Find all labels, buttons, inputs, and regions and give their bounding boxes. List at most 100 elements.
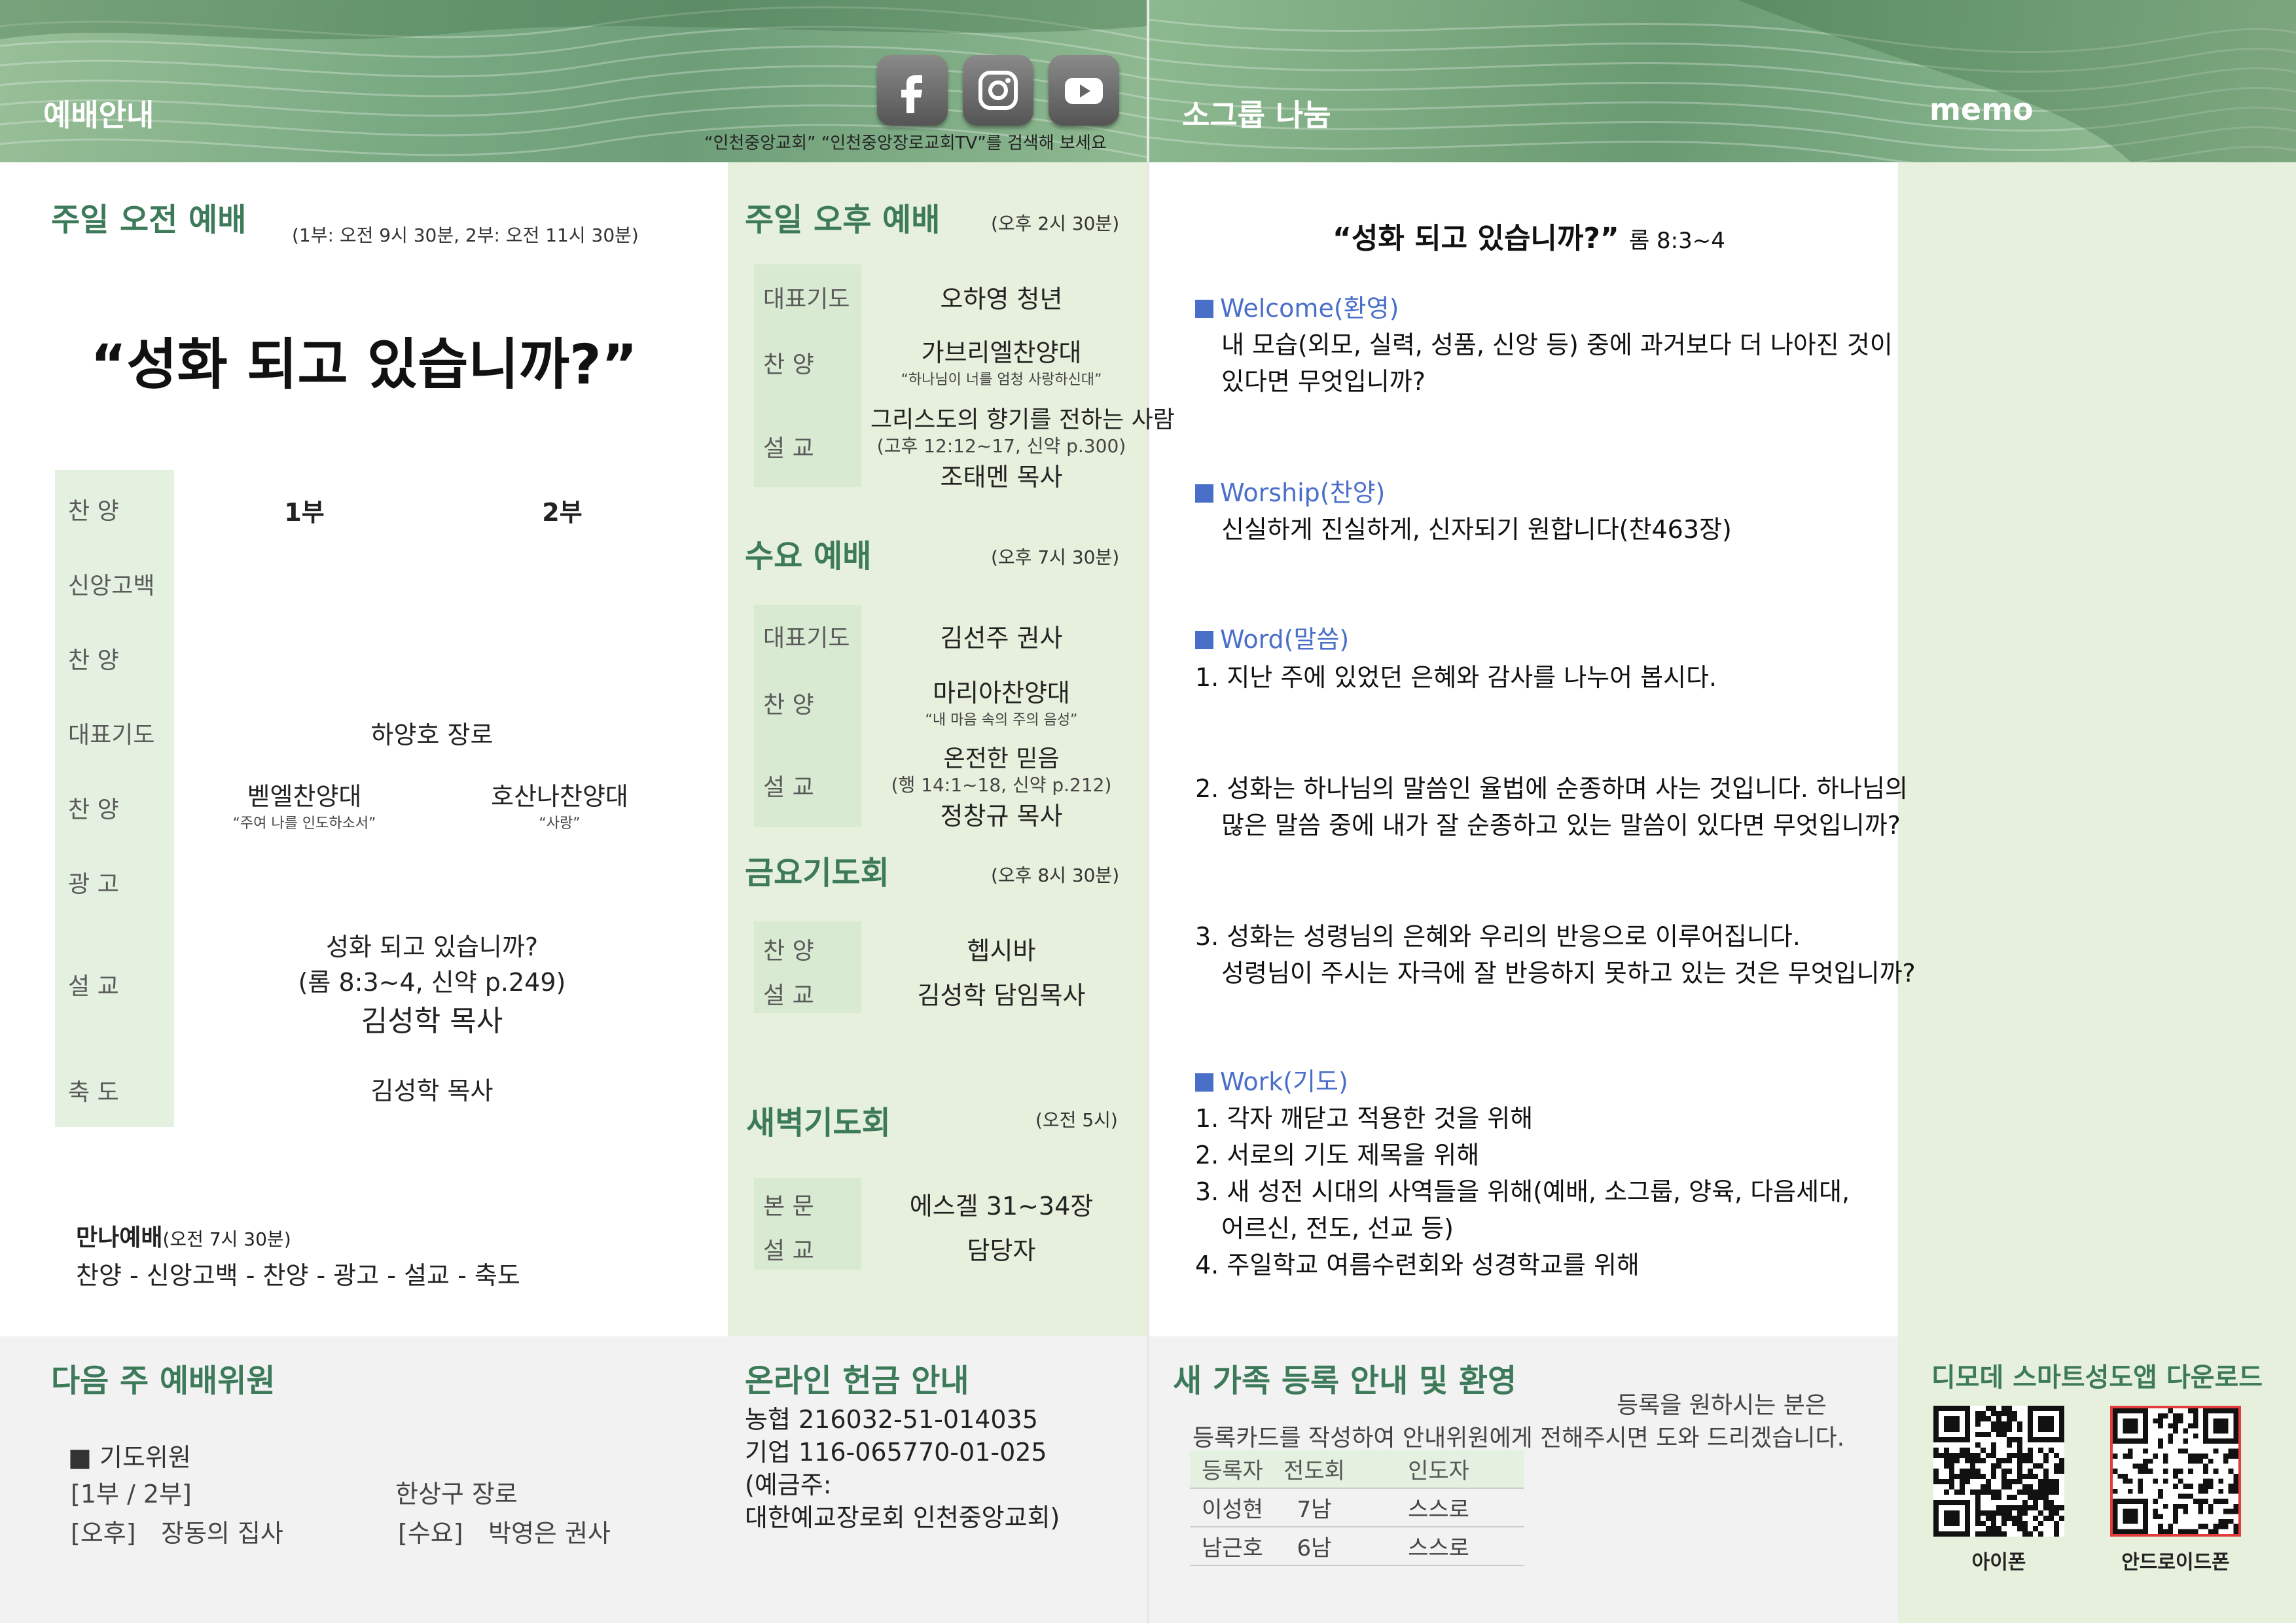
header-title-memo: memo <box>1929 92 2034 127</box>
header-title-smallgroup: 소그룹 나눔 <box>1182 98 1331 133</box>
friday-prayer-time: (오후 8시 30분) <box>991 865 1120 886</box>
wednesday-label: 설 교 <box>763 774 814 801</box>
morning-sermon: 성화 되고 있습니까? <box>325 933 538 961</box>
offering-holder-label: (예금주: <box>745 1471 832 1499</box>
left-header-band: 예배안내 “인천중앙교회” “인천중앙장로교회TV”를 검색해 보세요 <box>0 0 1147 162</box>
first-second-value: 한상구 장로 <box>395 1480 518 1508</box>
newfamily-title: 새 가족 등록 안내 및 환영 <box>1173 1363 1517 1399</box>
morning-label: 설 교 <box>68 973 119 1000</box>
afternoon-prayer: 오하영 청년 <box>940 285 1063 313</box>
friday-preacher: 김성학 담임목사 <box>917 981 1086 1010</box>
dawn-prayer-time: (오전 5시) <box>1035 1109 1118 1131</box>
qr-code-icon <box>1933 1406 2064 1537</box>
dawn-prayer-title: 새벽기도회 <box>746 1105 891 1141</box>
work-item-3-line2: 어르신, 전도, 선교 등) <box>1221 1214 1454 1243</box>
table-cell: 이성현 <box>1190 1488 1275 1527</box>
choir-second: 호산나찬양대 <box>491 782 628 811</box>
afternoon-value: 장동의 집사 <box>161 1519 283 1548</box>
wednesday-choir-song: “내 마음 속의 주의 음성” <box>925 712 1078 728</box>
afternoon-service-time: (오후 2시 30분) <box>991 213 1120 234</box>
manna-service-title: 만나예배 <box>76 1224 163 1251</box>
choir-second-song: “사랑” <box>539 815 581 832</box>
search-hint: “인천중앙교회” “인천중앙장로교회TV”를 검색해 보세요 <box>704 134 1107 153</box>
table-header-cell: 등록자 <box>1190 1450 1275 1489</box>
welcome-question-line2: 있다면 무엇입니까? <box>1221 367 1426 396</box>
qr-code-icon <box>2113 1408 2238 1534</box>
square-bullet-icon <box>1195 300 1213 318</box>
square-bullet-icon <box>1195 1073 1213 1092</box>
table-cell: 6남 <box>1275 1527 1354 1566</box>
newfamily-table: 등록자 전도회 인도자 이성현 7남 스스로 남근호 6남 스스로 <box>1190 1450 1524 1566</box>
afternoon-service-title: 주일 오후 예배 <box>745 202 941 238</box>
smallgroup-title: “성화 되고 있습니까?” <box>1333 222 1619 255</box>
offering-account-ibk: 기업 116-065770-01-025 <box>745 1438 1047 1467</box>
morning-label: 찬 양 <box>68 796 119 823</box>
worship-heading: Worship(찬양) <box>1195 473 1385 508</box>
manna-service-heading: 만나예배(오전 7시 30분) <box>76 1219 291 1253</box>
offering-holder-name: 대한예교장로회 인천중앙교회) <box>745 1503 1060 1532</box>
facebook-icon[interactable] <box>877 55 948 126</box>
manna-service-order: 찬양 - 신앙고백 - 찬양 - 광고 - 설교 - 축도 <box>76 1261 520 1290</box>
afternoon-choir-song: “하나님이 너를 엄청 사랑하신대” <box>901 372 1102 388</box>
afternoon-choir: 가브리엘찬양대 <box>921 338 1082 367</box>
smallgroup-heading: “성화 되고 있습니까?” 롬 8:3~4 <box>1333 215 1725 257</box>
app-download-title: 디모데 스마트성도앱 다운로드 <box>1931 1363 2263 1393</box>
work-item-3-line1: 3. 새 성전 시대의 사역들을 위해(예배, 소그룹, 양육, 다음세대, <box>1195 1177 1850 1206</box>
morning-label: 신앙고백 <box>68 573 155 599</box>
first-second-label: [1부 / 2부] <box>71 1480 192 1508</box>
column-first-service: 1부 <box>284 498 325 527</box>
sermon-headline: “성화 되고 있습니까?” <box>90 332 637 397</box>
dawn-preacher: 담당자 <box>967 1236 1036 1265</box>
word-question-1: 1. 지난 주에 있었던 은혜와 감사를 나누어 봅시다. <box>1195 663 1717 692</box>
friday-praise: 헵시바 <box>967 936 1036 965</box>
afternoon-sermon-ref: (고후 12:12~17, 신약 p.300) <box>876 435 1126 457</box>
column-second-service: 2부 <box>542 498 583 527</box>
android-qr-code[interactable] <box>2110 1406 2241 1537</box>
newfamily-guide-line2: 등록카드를 작성하여 안내위원에게 전해주시면 도와 드리겠습니다. <box>1193 1425 1845 1452</box>
iphone-qr-code[interactable] <box>1933 1406 2064 1537</box>
friday-label: 찬 양 <box>763 938 814 965</box>
word-question-3-line2: 성령님이 주시는 자극에 잘 반응하지 못하고 있는 것은 무엇입니까? <box>1221 959 1916 988</box>
welcome-question-line1: 내 모습(외모, 실력, 성품, 신앙 등) 중에 과거보다 더 나아진 것이 <box>1221 330 1893 359</box>
worship-song: 신실하게 진실하게, 신자되기 원합니다(찬463장) <box>1221 515 1732 544</box>
iphone-label: 아이폰 <box>1971 1551 2026 1574</box>
wednesday-label: [수요] <box>398 1519 463 1548</box>
morning-prayer: 하양호 장로 <box>370 721 493 749</box>
table-cell: 남근호 <box>1190 1527 1275 1566</box>
word-question-2-line1: 2. 성화는 하나님의 말씀인 율법에 순종하며 사는 것입니다. 하나님의 <box>1195 774 1908 803</box>
next-week-title: 다음 주 예배위원 <box>51 1363 276 1399</box>
instagram-icon[interactable] <box>963 55 1033 126</box>
right-header-band: 소그룹 나눔 memo <box>1149 0 2296 162</box>
choir-first-song: “주여 나를 인도하소서” <box>232 815 376 832</box>
dawn-label: 본 문 <box>763 1193 814 1220</box>
wednesday-service-time: (오후 7시 30분) <box>991 546 1120 568</box>
table-cell: 스스로 <box>1354 1488 1524 1527</box>
dawn-passage: 에스겔 31~34장 <box>909 1192 1094 1221</box>
youtube-icon[interactable] <box>1049 55 1119 126</box>
table-header-cell: 인도자 <box>1354 1450 1524 1489</box>
morning-label: 대표기도 <box>68 722 155 749</box>
word-question-2-line2: 많은 말씀 중에 내가 잘 순종하고 있는 말씀이 있다면 무엇입니까? <box>1221 811 1901 840</box>
wednesday-value: 박영은 권사 <box>488 1519 611 1548</box>
morning-benediction: 김성학 목사 <box>370 1077 493 1105</box>
newfamily-guide-line1: 등록을 원하시는 분은 <box>1617 1392 1827 1419</box>
table-row: 남근호 6남 스스로 <box>1190 1527 1524 1566</box>
morning-service-title: 주일 오전 예배 <box>51 202 247 238</box>
morning-label: 축 도 <box>68 1079 119 1106</box>
header-title: 예배안내 <box>43 98 154 133</box>
wednesday-service-title: 수요 예배 <box>745 538 872 575</box>
smallgroup-ref: 롬 8:3~4 <box>1628 228 1725 254</box>
table-header-row: 등록자 전도회 인도자 <box>1190 1450 1524 1489</box>
table-cell: 스스로 <box>1354 1527 1524 1566</box>
wednesday-prayer: 김선주 권사 <box>940 624 1063 652</box>
friday-label: 설 교 <box>763 982 814 1009</box>
morning-label: 찬 양 <box>68 647 119 674</box>
work-item-4: 4. 주일학교 여름수련회와 성경학교를 위해 <box>1195 1251 1640 1279</box>
morning-preacher: 김성학 목사 <box>361 1005 503 1038</box>
table-row: 이성현 7남 스스로 <box>1190 1488 1524 1527</box>
word-heading: Word(말씀) <box>1195 619 1349 655</box>
friday-prayer-title: 금요기도회 <box>745 855 889 891</box>
word-question-3-line1: 3. 성화는 성령님의 은혜와 우리의 반응으로 이루어집니다. <box>1195 922 1801 951</box>
dawn-label: 설 교 <box>763 1238 814 1264</box>
afternoon-label: 찬 양 <box>763 351 814 378</box>
